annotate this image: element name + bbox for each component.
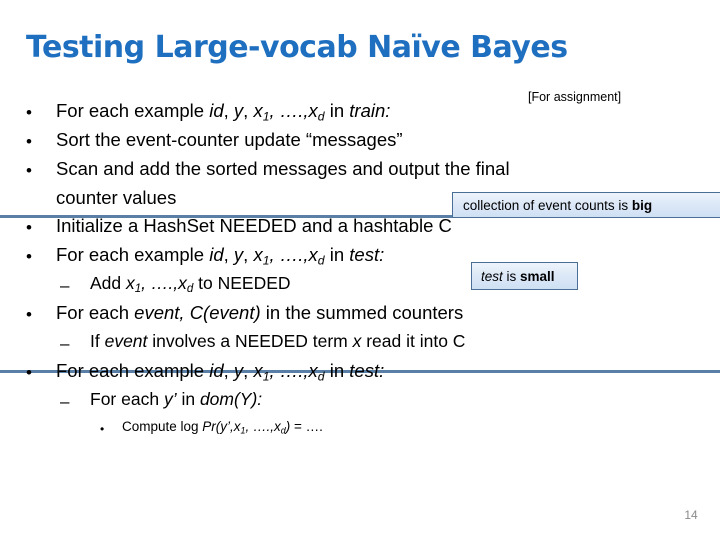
bullet-text: For each example id, y, x1, ….,xd in tes… bbox=[56, 360, 385, 384]
page-number: 14 bbox=[684, 508, 698, 522]
callout-big-label: collection of event counts is big bbox=[463, 197, 653, 213]
bullet-text: For each y’ in dom(Y): bbox=[90, 389, 263, 409]
bullet-marker-icon: • bbox=[26, 161, 32, 180]
slide-canvas: Testing Large-vocab Naïve Bayes • For eac… bbox=[0, 0, 720, 540]
bullet-line: • Scan and add the sorted messages and ou… bbox=[18, 158, 708, 189]
bullet-marker-icon: • bbox=[26, 132, 32, 151]
assignment-note: [For assignment] bbox=[528, 90, 622, 104]
bullet-text: If event involves a NEEDED term x read i… bbox=[90, 331, 466, 351]
bullet-line: • For each event, C(event) in the summed … bbox=[18, 302, 708, 333]
bullet-text: For each event, C(event) in the summed c… bbox=[56, 302, 464, 323]
bullet-text: Initialize a HashSet NEEDED and a hashta… bbox=[56, 215, 452, 236]
bullet-text: For each example id, y, x1, ….,xd in tes… bbox=[56, 244, 385, 268]
bullet-marker-icon: – bbox=[60, 334, 70, 353]
bullet-line: • Sort the event-counter update “messages… bbox=[18, 129, 708, 160]
callout-event-counts-big: collection of event counts is big bbox=[452, 192, 720, 218]
bullet-line: • For each example id, y, x1, ….,xd in te… bbox=[18, 360, 708, 391]
bullet-line: • For each example id, y, x1, ….,xd in tr… bbox=[18, 100, 708, 131]
bullet-line: • Compute log Pr(y’,x1, ….,xd) = …. bbox=[18, 420, 708, 449]
callout-small-label: test is small bbox=[481, 268, 555, 284]
bullet-text: For each example id, y, x1, ….,xd in tra… bbox=[56, 100, 391, 124]
bullet-text: Scan and add the sorted messages and out… bbox=[56, 158, 510, 179]
bullet-marker-icon: • bbox=[26, 305, 32, 324]
bullet-line: • Initialize a HashSet NEEDED and a hasht… bbox=[18, 215, 708, 246]
bullet-line: – If event involves a NEEDED term x read … bbox=[18, 331, 708, 362]
callout-test-is-small: test is small bbox=[471, 262, 578, 290]
bullet-line: – For each y’ in dom(Y): bbox=[18, 389, 708, 420]
bullet-marker-icon: – bbox=[60, 392, 70, 411]
bullet-marker-icon: • bbox=[26, 218, 32, 237]
bullet-marker-icon: – bbox=[60, 276, 70, 295]
page-title: Testing Large-vocab Naïve Bayes bbox=[26, 30, 568, 65]
bullet-line: • For each example id, y, x1, ….,xd in te… bbox=[18, 244, 708, 275]
bullet-marker-icon: • bbox=[100, 422, 105, 436]
bullet-marker-icon: • bbox=[26, 103, 32, 122]
bullet-text: Compute log Pr(y’,x1, ….,xd) = …. bbox=[122, 419, 323, 436]
bullet-marker-icon: • bbox=[26, 363, 32, 382]
bullet-marker-icon: • bbox=[26, 247, 32, 266]
bullet-line: – Add x1, ….,xd to NEEDED bbox=[18, 273, 708, 304]
bullet-list: • For each example id, y, x1, ….,xd in tr… bbox=[18, 100, 708, 449]
bullet-text: Add x1, ….,xd to NEEDED bbox=[90, 273, 291, 296]
bullet-text: Sort the event-counter update “messages” bbox=[56, 129, 403, 150]
